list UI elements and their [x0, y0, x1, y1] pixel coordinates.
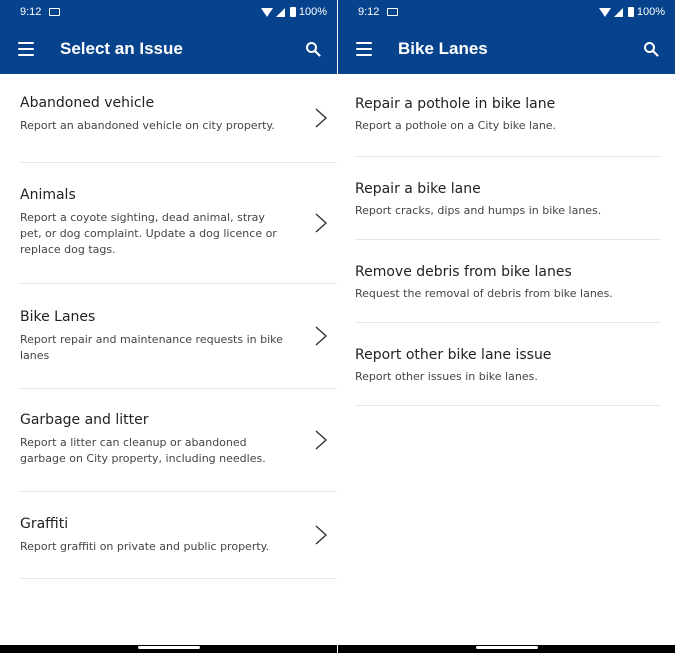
item-title: Bike Lanes	[20, 309, 96, 325]
chevron-right-icon[interactable]	[313, 212, 329, 234]
list-item-bike-lanes[interactable]: Bike Lanes Report repair and maintenance…	[20, 284, 337, 389]
list-item-graffiti[interactable]: Graffiti Report graffiti on private and …	[20, 492, 337, 579]
item-title: Repair a pothole in bike lane	[355, 96, 556, 112]
list-item-animals[interactable]: Animals Report a coyote sighting, dead a…	[20, 163, 337, 284]
item-title: Report other bike lane issue	[355, 347, 552, 363]
item-title: Animals	[20, 187, 76, 203]
item-description: Report graffiti on private and public pr…	[20, 540, 270, 553]
system-nav-bar	[338, 645, 675, 653]
item-description: Report other issues in bike lanes.	[355, 370, 538, 383]
chevron-right-icon[interactable]	[313, 429, 329, 451]
item-description: Request the removal of debris from bike …	[355, 287, 613, 300]
chevron-right-icon[interactable]	[313, 325, 329, 347]
status-bar: 9:12 100%	[338, 0, 675, 24]
menu-icon[interactable]	[18, 42, 34, 56]
item-title: Garbage and litter	[20, 412, 149, 428]
status-indicators: 100%	[598, 6, 665, 18]
bike-lane-issue-list: Repair a pothole in bike lane Report a p…	[338, 74, 675, 406]
list-item-garbage-and-litter[interactable]: Garbage and litter Report a litter can c…	[20, 389, 337, 492]
chevron-right-icon[interactable]	[313, 524, 329, 546]
signal-icon	[275, 7, 285, 17]
battery-level: 100%	[298, 6, 327, 18]
list-item-remove-debris[interactable]: Remove debris from bike lanes Request th…	[355, 240, 661, 323]
home-gesture-pill[interactable]	[475, 646, 538, 649]
status-time: 9:12	[20, 6, 42, 18]
notification-icon	[49, 8, 61, 16]
item-title: Repair a bike lane	[355, 181, 481, 197]
item-description: Report a litter can cleanup or abandoned…	[20, 436, 266, 465]
notification-icon	[387, 8, 399, 16]
list-item-repair-bike-lane[interactable]: Repair a bike lane Report cracks, dips a…	[355, 157, 661, 240]
battery-icon	[627, 7, 634, 17]
item-description: Report cracks, dips and humps in bike la…	[355, 204, 602, 217]
item-description: Report a pothole on a City bike lane.	[355, 119, 557, 132]
page-title: Bike Lanes	[398, 39, 488, 58]
app-bar: Bike Lanes	[338, 24, 675, 74]
item-description: Report an abandoned vehicle on city prop…	[20, 119, 275, 132]
page-title: Select an Issue	[60, 39, 183, 58]
issue-list: Abandoned vehicle Report an abandoned ve…	[0, 74, 337, 579]
menu-icon[interactable]	[356, 42, 372, 56]
status-indicators: 100%	[260, 6, 327, 18]
battery-icon	[289, 7, 296, 17]
item-title: Graffiti	[20, 516, 69, 532]
item-description: Report a coyote sighting, dead animal, s…	[20, 211, 277, 256]
signal-icon	[613, 7, 623, 17]
item-description: Report repair and maintenance requests i…	[20, 333, 283, 362]
home-gesture-pill[interactable]	[137, 646, 200, 649]
system-nav-bar	[0, 645, 337, 653]
item-title: Remove debris from bike lanes	[355, 264, 572, 280]
chevron-right-icon[interactable]	[313, 107, 329, 129]
app-bar: Select an Issue	[0, 24, 337, 74]
wifi-icon	[260, 7, 273, 17]
item-title: Abandoned vehicle	[20, 95, 155, 111]
wifi-icon	[598, 7, 611, 17]
list-item-abandoned-vehicle[interactable]: Abandoned vehicle Report an abandoned ve…	[20, 74, 337, 163]
battery-level: 100%	[636, 6, 665, 18]
search-icon[interactable]	[305, 41, 321, 57]
status-bar: 9:12 100%	[0, 0, 337, 24]
bike-lanes-screen: 9:12 100% Bike Lanes Repair a pothole in…	[338, 0, 675, 653]
select-issue-screen: 9:12 100% Select an Issue Abandoned vehi…	[0, 0, 337, 653]
search-icon[interactable]	[643, 41, 659, 57]
status-time: 9:12	[358, 6, 380, 18]
list-item-other-issue[interactable]: Report other bike lane issue Report othe…	[355, 323, 661, 406]
list-item-repair-pothole[interactable]: Repair a pothole in bike lane Report a p…	[355, 74, 661, 157]
